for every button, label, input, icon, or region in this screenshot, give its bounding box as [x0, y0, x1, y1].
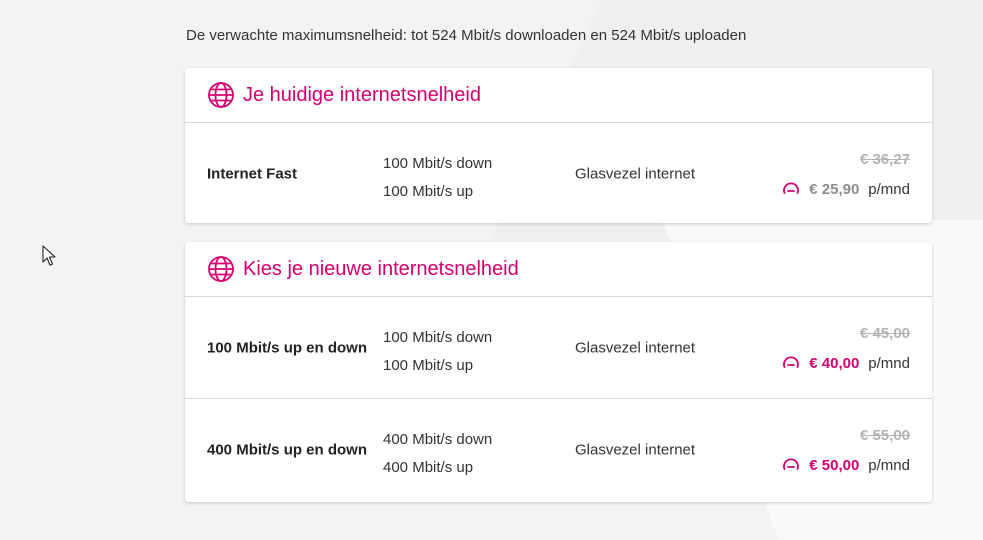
expected-speed-text: De verwachte maximumsnelheid: tot 524 Mb… — [186, 27, 747, 44]
download-speed: 400 Mbit/s down — [383, 431, 493, 448]
globe-icon — [208, 82, 234, 108]
old-price: € 55,00 — [859, 427, 910, 444]
price-line: € 40,00 p/mnd — [781, 353, 910, 373]
upload-speed: 100 Mbit/s up — [383, 183, 474, 200]
current-speed-card: Je huidige internetsnelheid Internet Fas… — [185, 68, 932, 223]
globe-icon — [208, 256, 234, 282]
plan-speeds: 100 Mbit/s down 100 Mbit/s up — [383, 324, 492, 380]
mouse-cursor-icon — [42, 245, 56, 266]
speedometer-icon — [783, 356, 800, 368]
price-line: € 50,00 p/mnd — [781, 455, 910, 475]
upload-speed: 100 Mbit/s up — [383, 357, 474, 374]
price-period: p/mnd — [868, 354, 910, 372]
price-line: € 25,90 p/mnd — [781, 179, 910, 199]
price-period: p/mnd — [868, 456, 910, 474]
price-period: p/mnd — [868, 180, 910, 198]
plan-name: 100 Mbit/s up en down — [207, 339, 368, 356]
old-price: € 45,00 — [859, 325, 910, 342]
card-header: Kies je nieuwe internetsnelheid — [185, 242, 932, 297]
download-speed: 100 Mbit/s down — [383, 329, 493, 346]
connection-type: Glasvezel internet — [575, 441, 696, 458]
speedometer-icon — [783, 458, 800, 470]
card-title: Kies je nieuwe internetsnelheid — [243, 257, 519, 280]
plan-name: 400 Mbit/s up en down — [207, 441, 368, 458]
connection-type: Glasvezel internet — [575, 339, 696, 356]
new-price: € 40,00 — [809, 354, 860, 372]
plan-speeds: 100 Mbit/s down 100 Mbit/s up — [383, 150, 492, 206]
new-price: € 50,00 — [809, 456, 860, 474]
plan-name: Internet Fast — [207, 165, 298, 182]
speedometer-icon — [783, 182, 800, 194]
connection-type: Glasvezel internet — [575, 165, 696, 182]
upload-speed: 400 Mbit/s up — [383, 459, 474, 476]
plan-option-100[interactable]: 100 Mbit/s up en down 100 Mbit/s down 10… — [185, 297, 932, 399]
download-speed: 100 Mbit/s down — [383, 155, 493, 172]
plan-speeds: 400 Mbit/s down 400 Mbit/s up — [383, 426, 492, 482]
card-title: Je huidige internetsnelheid — [243, 83, 481, 106]
old-price: € 36,27 — [859, 151, 910, 168]
card-header: Je huidige internetsnelheid — [185, 68, 932, 123]
current-price: € 25,90 — [809, 180, 860, 198]
plan-option-400[interactable]: 400 Mbit/s up en down 400 Mbit/s down 40… — [185, 399, 932, 500]
new-speed-card: Kies je nieuwe internetsnelheid 100 Mbit… — [185, 242, 932, 502]
plan-row: Internet Fast 100 Mbit/s down 100 Mbit/s… — [185, 123, 932, 224]
